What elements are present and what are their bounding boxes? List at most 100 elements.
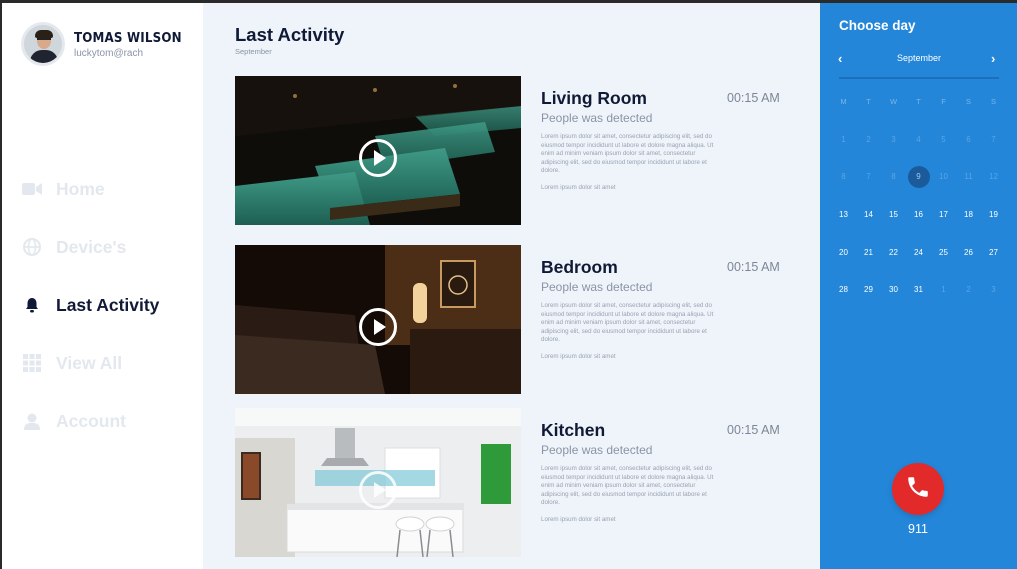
- calendar-day[interactable]: 2: [958, 279, 980, 301]
- card-title: Bedroom: [541, 257, 618, 277]
- emergency-call-label: 911: [908, 522, 928, 536]
- calendar-panel: Choose day ‹ September › M T W T F S S 1…: [820, 3, 1017, 569]
- card-time: 00:15 AM: [727, 423, 780, 437]
- weekday-label: W: [889, 97, 898, 106]
- camera-thumbnail[interactable]: [235, 76, 521, 225]
- calendar-month: September: [896, 53, 942, 63]
- calendar-day[interactable]: 13: [833, 204, 855, 226]
- sidebar-nav: Home Device's Last Activity View All Acc…: [22, 160, 159, 450]
- calendar-day[interactable]: 22: [883, 242, 905, 264]
- calendar-day[interactable]: 8: [883, 166, 905, 188]
- profile-name: TOMAS WILSON: [74, 29, 182, 46]
- calendar-day[interactable]: 6: [958, 129, 980, 151]
- card-title: Living Room: [541, 88, 647, 108]
- calendar-day[interactable]: 18: [958, 204, 980, 226]
- calendar-divider: [839, 77, 999, 79]
- camera-thumbnail[interactable]: [235, 245, 521, 394]
- emergency-call-button[interactable]: [892, 463, 944, 515]
- calendar-day[interactable]: 21: [858, 242, 880, 264]
- calendar-day[interactable]: 29: [858, 279, 880, 301]
- calendar-day[interactable]: 3: [883, 129, 905, 151]
- calendar-day[interactable]: 11: [958, 166, 980, 188]
- calendar-day[interactable]: 7: [983, 129, 1005, 151]
- activity-card-bedroom: Bedroom 00:15 AM People was detected Lor…: [235, 245, 795, 394]
- user-profile[interactable]: TOMAS WILSON luckytom@rach: [21, 22, 196, 66]
- profile-text: TOMAS WILSON luckytom@rach: [74, 30, 196, 59]
- calendar-day[interactable]: 25: [933, 242, 955, 264]
- page-title: Last Activity: [235, 24, 345, 45]
- calendar-day[interactable]: 2: [858, 129, 880, 151]
- calendar-day[interactable]: 1: [833, 129, 855, 151]
- avatar[interactable]: [21, 22, 65, 66]
- sidebar-item-view-all[interactable]: View All: [22, 334, 159, 392]
- camera-thumbnail[interactable]: [235, 408, 521, 557]
- weekday-label: M: [840, 97, 847, 106]
- calendar-day[interactable]: 8: [833, 166, 855, 188]
- calendar-day[interactable]: 15: [883, 204, 905, 226]
- sidebar: TOMAS WILSON luckytom@rach Home Device's: [2, 3, 203, 569]
- card-time: 00:15 AM: [727, 260, 780, 274]
- activity-card-kitchen: Kitchen 00:15 AM People was detected Lor…: [235, 408, 795, 557]
- calendar-day[interactable]: 3: [983, 279, 1005, 301]
- phone-icon: [905, 474, 931, 505]
- card-description: Lorem ipsum dolor sit amet, consectetur …: [541, 302, 714, 344]
- calendar-day-selected[interactable]: 9: [907, 166, 930, 189]
- activity-panel: Last Activity September Living Room 00:1…: [203, 3, 820, 569]
- calendar-day[interactable]: 12: [983, 166, 1005, 188]
- globe-icon: [22, 237, 42, 257]
- calendar-day[interactable]: 31: [908, 279, 930, 301]
- weekday-label: F: [941, 97, 946, 106]
- sidebar-item-label: Device's: [56, 236, 127, 257]
- card-footnote: Lorem ipsum dolor sit amet: [541, 516, 616, 523]
- calendar-day[interactable]: 28: [833, 279, 855, 301]
- play-button[interactable]: [359, 308, 397, 346]
- card-status: People was detected: [541, 280, 653, 294]
- calendar-day[interactable]: 19: [983, 204, 1005, 226]
- page-subtitle: September: [235, 47, 272, 56]
- calendar-day[interactable]: 4: [908, 129, 930, 151]
- sidebar-item-home[interactable]: Home: [22, 160, 159, 218]
- sidebar-item-last-activity[interactable]: Last Activity: [22, 276, 159, 334]
- calendar-day[interactable]: 30: [883, 279, 905, 301]
- calendar-day[interactable]: 5: [933, 129, 955, 151]
- calendar-day[interactable]: 14: [858, 204, 880, 226]
- weekday-label: T: [916, 97, 921, 106]
- calendar-day[interactable]: 24: [908, 242, 930, 264]
- app-window: TOMAS WILSON luckytom@rach Home Device's: [2, 3, 1017, 569]
- activity-card-living-room: Living Room 00:15 AM People was detected…: [235, 76, 795, 225]
- sidebar-item-label: Last Activity: [56, 294, 160, 315]
- sidebar-item-account[interactable]: Account: [22, 392, 159, 450]
- calendar-day[interactable]: 27: [983, 242, 1005, 264]
- calendar-day[interactable]: 20: [833, 242, 855, 264]
- calendar-day[interactable]: 26: [958, 242, 980, 264]
- calendar-title: Choose day: [839, 18, 916, 33]
- sidebar-item-devices[interactable]: Device's: [22, 218, 159, 276]
- calendar-day[interactable]: 1: [933, 279, 955, 301]
- calendar-day[interactable]: 16: [908, 204, 930, 226]
- calendar-day[interactable]: 7: [858, 166, 880, 188]
- video-camera-icon: [22, 179, 42, 199]
- card-time: 00:15 AM: [727, 91, 780, 105]
- grid-icon: [22, 353, 42, 373]
- profile-email: luckytom@rach: [74, 47, 144, 59]
- card-description: Lorem ipsum dolor sit amet, consectetur …: [541, 465, 714, 507]
- sidebar-item-label: Account: [56, 410, 126, 431]
- weekday-label: S: [965, 97, 971, 106]
- card-status: People was detected: [541, 111, 653, 125]
- card-description: Lorem ipsum dolor sit amet, consectetur …: [541, 133, 714, 175]
- card-title: Kitchen: [541, 420, 606, 440]
- weekday-label: T: [866, 97, 871, 106]
- calendar-day[interactable]: 17: [933, 204, 955, 226]
- user-icon: [22, 411, 42, 431]
- card-footnote: Lorem ipsum dolor sit amet: [541, 353, 616, 360]
- chevron-right-icon[interactable]: ›: [991, 51, 995, 66]
- play-button[interactable]: [359, 139, 397, 177]
- sidebar-item-label: View All: [56, 352, 123, 373]
- weekday-label: S: [990, 97, 996, 106]
- sidebar-item-label: Home: [56, 178, 105, 199]
- bell-icon: [22, 295, 42, 315]
- calendar-day[interactable]: 10: [933, 166, 955, 188]
- calendar-grid: M T W T F S S 1 2 3 4 5 6 7 8 7 8 9 10 1…: [831, 91, 1006, 317]
- play-button[interactable]: [359, 471, 397, 509]
- card-status: People was detected: [541, 443, 653, 457]
